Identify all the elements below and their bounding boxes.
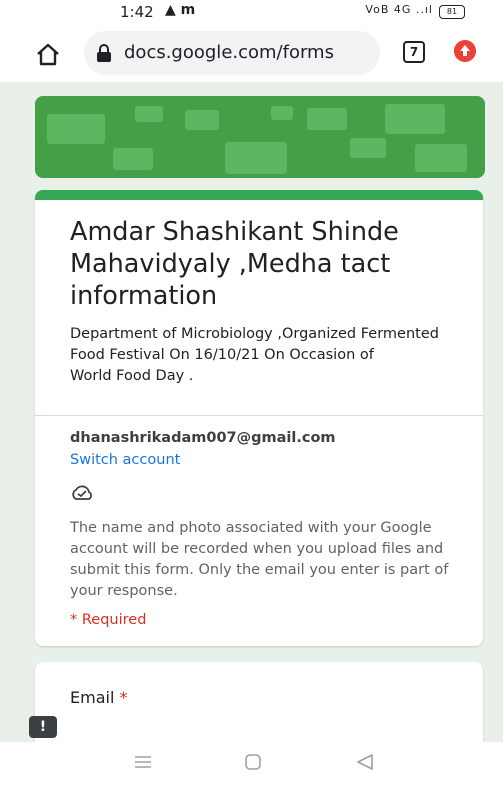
form-description: Department of Microbiology ,Organized Fe… [70,326,439,384]
back-icon[interactable] [355,752,375,772]
notification-icons: ▲ m [165,2,196,18]
signal-icon: VoB 4G ..ıl [365,3,433,16]
switch-account-link[interactable]: Switch account [70,452,180,468]
divider [35,415,483,416]
required-star: * [119,688,128,707]
cloud-saved-icon [72,485,92,500]
form-title: Amdar Shashikant Shinde Mahavidyaly ,Med… [70,217,399,311]
form-header-image [35,96,485,178]
required-note: * Required [70,612,147,628]
url-text: docs.google.com/forms [124,42,334,63]
status-time: 1:42 [120,3,154,21]
email-question-card: Email * [35,662,483,742]
feedback-button[interactable]: ! [29,716,57,738]
lock-icon [97,44,111,62]
browser-toolbar: docs.google.com/forms 7 [0,24,503,82]
system-nav-bar [0,742,503,789]
battery-icon: 81 [439,5,465,19]
address-bar[interactable]: docs.google.com/forms [84,31,380,75]
email-label-text: Email [70,688,115,707]
home-nav-icon[interactable] [244,753,262,771]
recent-apps-icon[interactable] [133,752,153,772]
form-page[interactable]: Amdar Shashikant Shinde Mahavidyaly ,Med… [0,82,503,742]
tabs-button[interactable]: 7 [403,41,425,63]
account-email: dhanashrikadam007@gmail.com [70,430,336,446]
form-title-card: Amdar Shashikant Shinde Mahavidyaly ,Med… [35,190,483,646]
update-icon[interactable] [454,40,476,62]
home-icon[interactable] [34,40,62,68]
status-bar: 1:42 ▲ m VoB 4G ..ıl 81 [0,0,503,24]
privacy-notice: The name and photo associated with your … [70,520,449,599]
email-question-label: Email * [70,688,127,707]
